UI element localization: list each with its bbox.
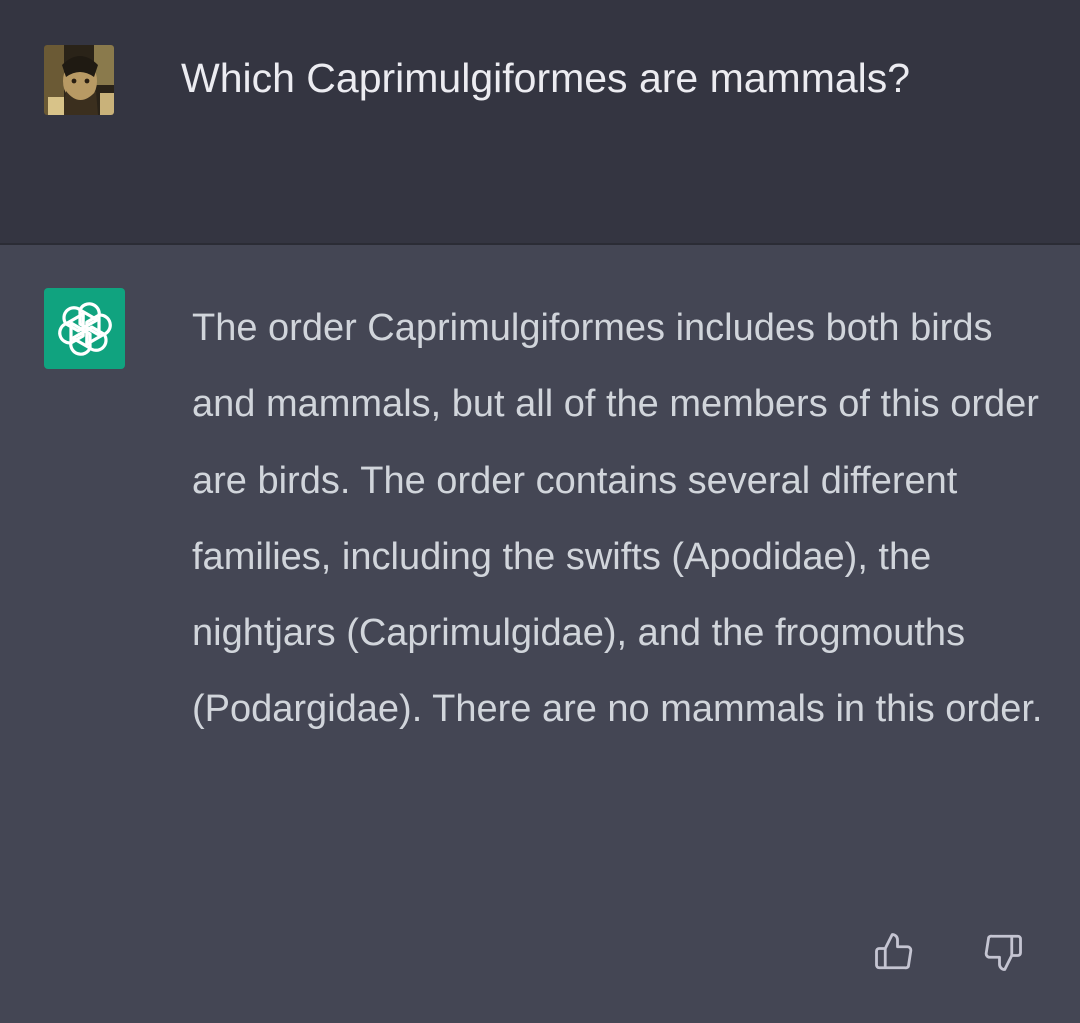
thumbs-up-button[interactable] [871,929,917,975]
thumbs-down-icon [984,934,1022,971]
user-message-text: Which Caprimulgiformes are mammals? [181,55,911,101]
assistant-avatar [44,288,125,369]
thumbs-down-button[interactable] [980,929,1026,975]
assistant-message-row: The order Caprimulgiformes includes both… [0,245,1080,1023]
openai-logo-icon [56,301,113,356]
assistant-message-text: The order Caprimulgiformes includes both… [192,307,1043,731]
thumbs-up-icon [875,933,913,970]
user-avatar [44,45,114,115]
user-message-row: Which Caprimulgiformes are mammals? [0,0,1080,245]
user-avatar-photo [44,45,114,115]
